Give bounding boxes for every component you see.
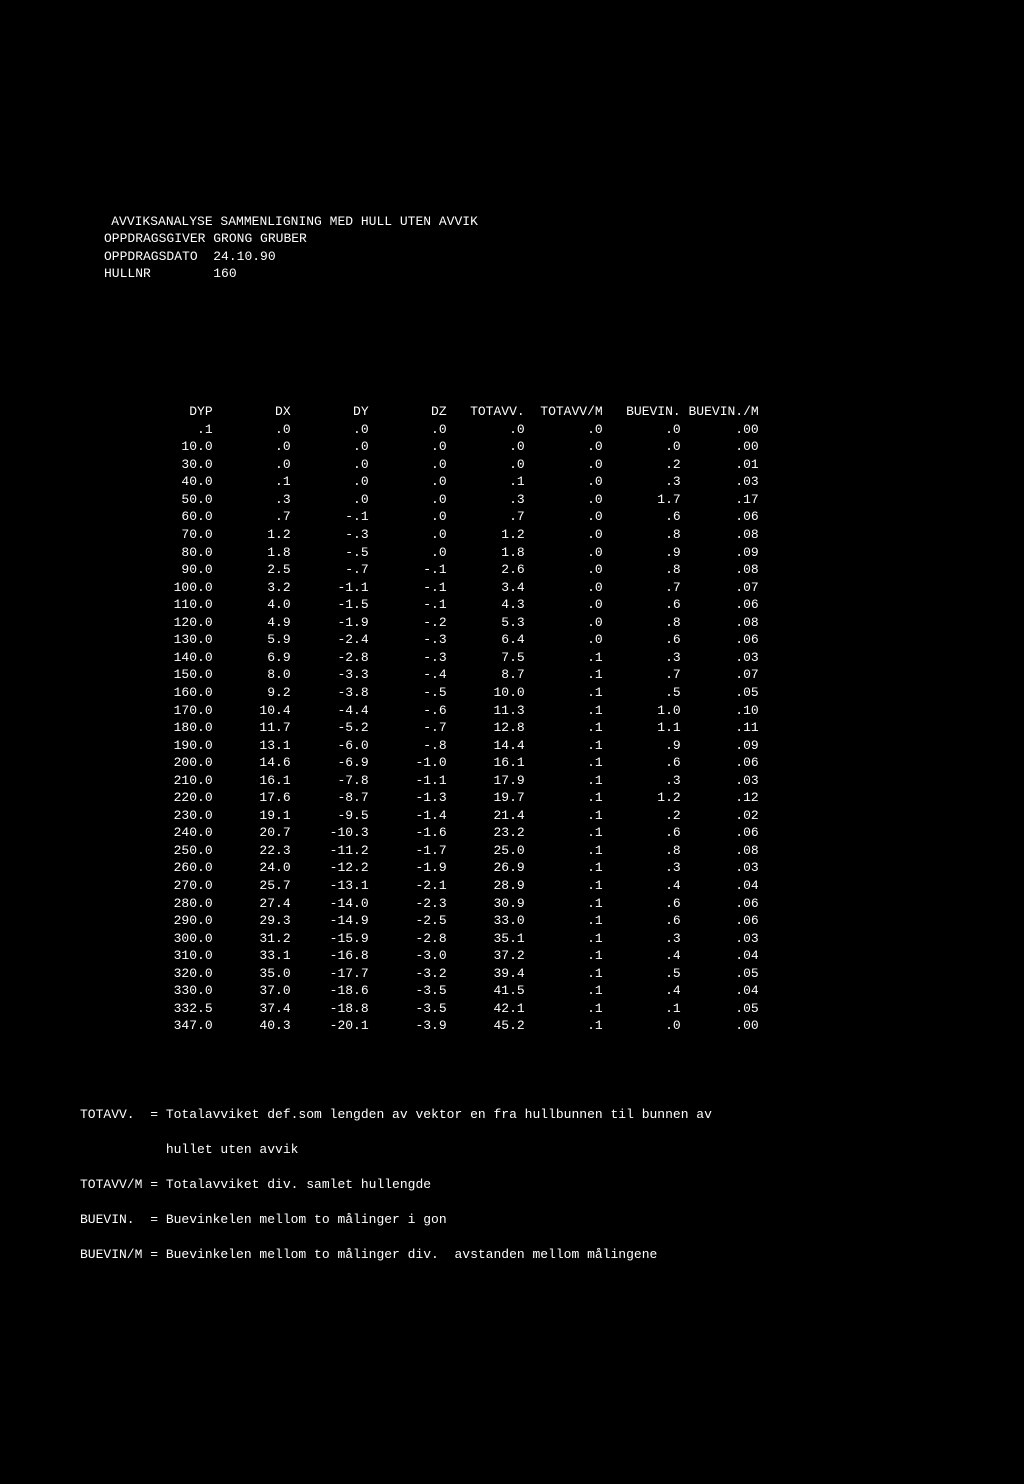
report-title: AVVIKSANALYSE SAMMENLIGNING MED HULL UTE… bbox=[111, 214, 478, 229]
header-field-hullnr: HULLNR 160 bbox=[80, 265, 237, 283]
header-field-oppdragsgiver: OPPDRAGSGIVER GRONG GRUBER bbox=[80, 230, 307, 248]
data-table: DYP DX DY DZ TOTAVV. TOTAVV/M BUEVIN. BU… bbox=[80, 403, 1024, 1035]
terminal-report: AVVIKSANALYSE SAMMENLIGNING MED HULL UTE… bbox=[0, 70, 1024, 1281]
definitions-block: TOTAVV. = Totalavviket def.som lengden a… bbox=[80, 1106, 1024, 1264]
report-header: AVVIKSANALYSE SAMMENLIGNING MED HULL UTE… bbox=[80, 195, 1024, 300]
header-field-oppdragsdato: OPPDRAGSDATO 24.10.90 bbox=[80, 248, 276, 266]
